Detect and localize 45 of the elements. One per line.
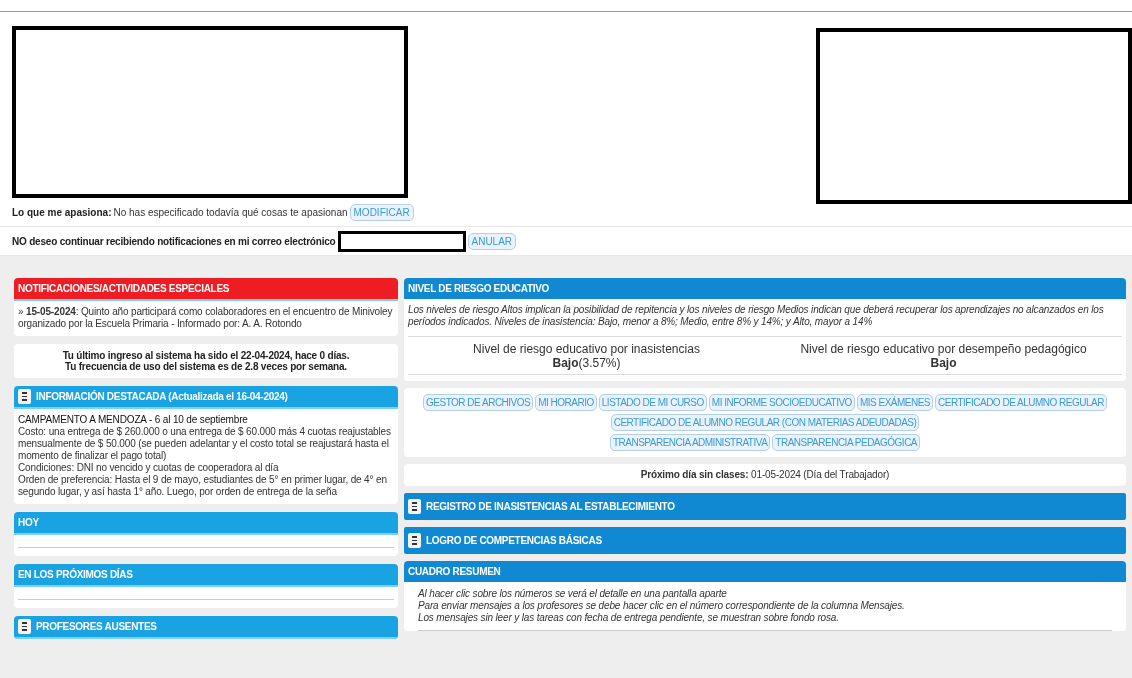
menu-icon[interactable]: [18, 389, 31, 404]
link-button[interactable]: MI INFORME SOCIOEDUCATIVO: [708, 394, 855, 411]
panel-title: HOY: [18, 517, 39, 528]
section-header[interactable]: LOGRO DE COMPETENCIAS BÁSICAS: [404, 527, 1126, 554]
section-title: LOGRO DE COMPETENCIAS BÁSICAS: [426, 535, 602, 546]
panel-title: EN LOS PRÓXIMOS DÍAS: [18, 569, 133, 580]
passion-label: Lo que me apasiona:: [12, 206, 112, 218]
metric-label: Nivel de riesgo educativo por inasistencias: [472, 342, 701, 356]
info-text: Orden de preferencia: Hasta el 9 de mayo, estudiantes de 5° en primer lugar, de 4° en segundo lugar, y así hasta 1° año. Luego, por orden de entrega de la seña: [18, 474, 388, 498]
link-button[interactable]: TRANSPARENCIA PEDAGÓGICA: [772, 434, 921, 451]
login-info-text: Tu frecuencia de uso del sistema es de 2.8 veces por semana.: [64, 361, 348, 372]
login-info-text: Tu último ingreso al sistema ha sido el 22-04-2024, hace 0 días.: [61, 350, 351, 361]
link-button[interactable]: CERTIFICADO DE ALUMNO REGULAR: [935, 394, 1107, 411]
metric-value: Bajo: [929, 356, 958, 370]
panel-title: PROFESORES AUSENTES: [36, 621, 157, 632]
summary-text: Los mensajes sin leer y las tareas con fecha de entrega pendiente, se muestran sobre fondo rosa.: [418, 612, 840, 624]
link-button[interactable]: MIS EXÁMENES: [856, 394, 934, 411]
section-header[interactable]: REGISTRO DE INASISTENCIAS AL ESTABLECIMIENTO: [404, 493, 1126, 520]
notification-text: » 15-05-2024: Quinto año participará como colaboradores en el encuentro de Minivoley organizado por la Escuela Primaria - Informado por: A. A. Rotondo: [18, 306, 394, 330]
cancel-button[interactable]: ANULAR: [467, 232, 517, 250]
link-button[interactable]: GESTOR DE ARCHIVOS: [423, 394, 534, 411]
info-text: Costo: una entrega de $ 260.000 o una entrega de $ 60.000 más 4 cuotas reajustables mensualmente de $ 50.000 (se pueden adelantar y el costo total se reajustará hasta el momento de finalizar el pago total): [18, 426, 392, 462]
panel-title: NIVEL DE RIESGO EDUCATIVO: [408, 283, 550, 294]
link-button[interactable]: MI HORARIO: [535, 394, 597, 411]
modify-button[interactable]: MODIFICAR: [349, 203, 414, 221]
metric-label: Nivel de riesgo educativo por desempeño pedagógico: [799, 342, 1088, 356]
link-button[interactable]: CERTIFICADO DE ALUMNO REGULAR (CON MATERIAS ADEUDADAS): [610, 414, 920, 431]
menu-icon[interactable]: [408, 533, 421, 548]
panel-title: INFORMACIÓN DESTACADA (Actualizada el 16-04-2024): [36, 391, 288, 402]
section-title: REGISTRO DE INASISTENCIAS AL ESTABLECIMIENTO: [426, 501, 675, 512]
panel-title: CUADRO RESUMEN: [408, 566, 501, 577]
link-button[interactable]: LISTADO DE MI CURSO: [598, 394, 707, 411]
summary-text: Al hacer clic sobre los números se verá el detalle en una pantalla aparte: [418, 588, 728, 600]
info-text: CAMPAMENTO A MENDOZA - 6 al 10 de septiembre: [18, 414, 249, 426]
metric-value: Bajo(3.57%): [551, 356, 622, 370]
link-button[interactable]: TRANSPARENCIA ADMINISTRATIVA: [609, 434, 771, 451]
panel-title: NOTIFICACIONES/ACTIVIDADES ESPECIALES: [18, 283, 230, 294]
holiday-text: Próximo día sin clases: 01-05-2024 (Día del Trabajador): [640, 469, 890, 480]
risk-note: Los niveles de riesgo Altos implican la posibilidad de repitencia y los niveles de riesgo Medios indican que deberá recuperar los aprendizajes no alcanzados en los períodos indicados. Niveles de inasistencia: Bajo, menor a 8%; Medio, entre 8% y 14%; y Alto, mayor a 14%: [408, 304, 1105, 328]
passion-text: No has especificado todavía qué cosas te apasionan: [113, 206, 348, 218]
info-text: Condiciones: DNI no vencido y cuotas de cooperadora al día: [18, 462, 280, 474]
summary-text: Para enviar mensajes a los profesores se debe hacer clic en el número correspondiente de la columna Mensajes.: [418, 600, 906, 612]
menu-icon[interactable]: [18, 619, 31, 634]
unsubscribe-text: NO deseo continuar recibiendo notificaciones en mi correo electrónico: [12, 235, 336, 247]
menu-icon[interactable]: [408, 499, 421, 514]
